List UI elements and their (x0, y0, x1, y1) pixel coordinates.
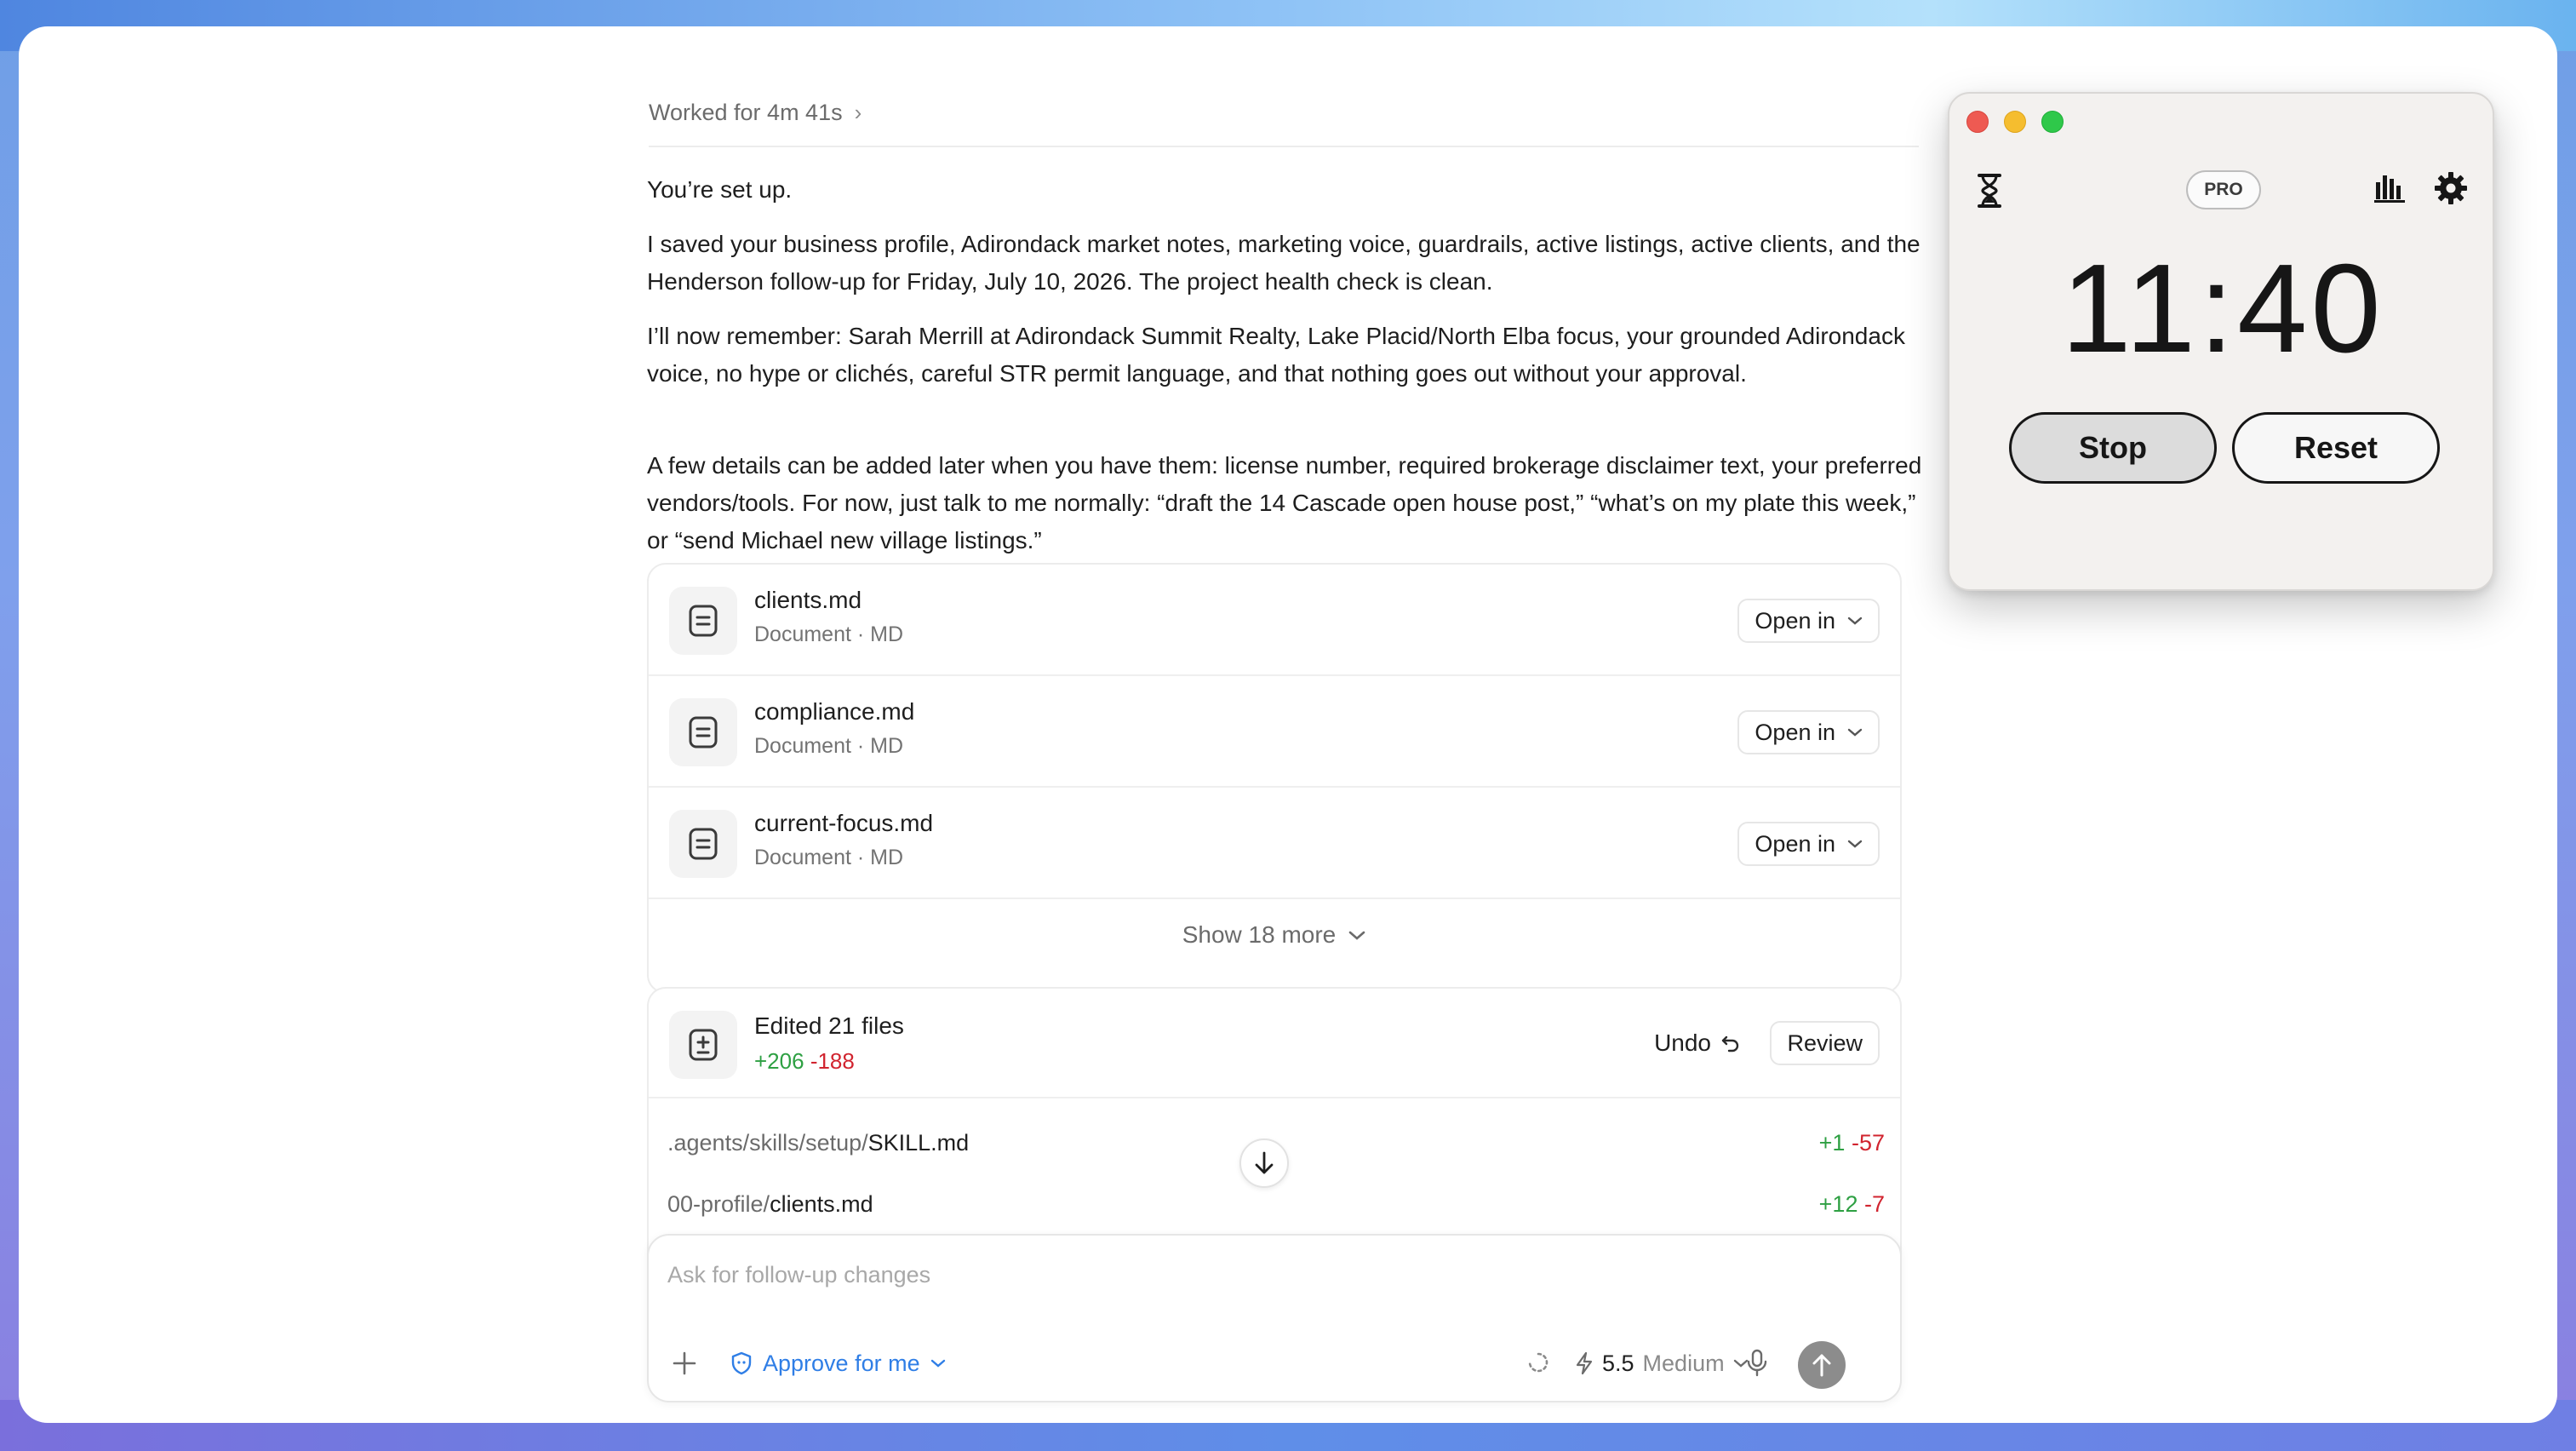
bar-chart-icon[interactable] (2373, 172, 2407, 204)
show-more-label: Show 18 more (1182, 921, 1337, 948)
show-more-button[interactable]: Show 18 more (649, 899, 1900, 971)
chevron-down-icon (1847, 728, 1863, 737)
deletions-count: -57 (1851, 1130, 1885, 1156)
message-paragraph: A few details can be added later when yo… (647, 452, 1922, 553)
additions-count: +12 (1818, 1191, 1858, 1217)
review-button[interactable]: Review (1770, 1021, 1880, 1065)
open-in-button[interactable]: Open in (1737, 822, 1880, 866)
zoom-window-button[interactable] (2041, 111, 2064, 133)
open-in-button[interactable]: Open in (1737, 599, 1880, 643)
chevron-right-icon: › (854, 99, 862, 125)
deletions-count: -7 (1863, 1191, 1885, 1217)
message-paragraph: I’ll now remember: Sarah Merrill at Adir… (647, 323, 1905, 387)
file-row[interactable]: current-focus.md Document · MD Open in (649, 788, 1900, 899)
pro-badge[interactable]: PRO (2186, 170, 2261, 209)
open-in-label: Open in (1755, 830, 1835, 857)
undo-label: Undo (1654, 1029, 1711, 1056)
minimize-window-button[interactable] (2004, 111, 2026, 133)
document-icon (669, 698, 737, 766)
diff-file-stats: +12 -7 (1819, 1191, 1885, 1218)
file-meta: Document · MD (754, 734, 904, 758)
reset-button[interactable]: Reset (2232, 412, 2440, 484)
arrow-up-icon (1812, 1354, 1831, 1377)
composer: Approve for me 5.5 Medium (647, 1234, 1902, 1402)
worked-duration-label: Worked for 4m 41s (649, 99, 843, 125)
message-paragraph: You’re set up. (647, 176, 793, 203)
diff-icon (669, 1011, 737, 1079)
diff-file-directory: .agents/skills/setup/ (667, 1130, 868, 1156)
lightning-icon (1576, 1351, 1593, 1375)
worked-duration-toggle[interactable]: Worked for 4m 41s › (649, 79, 1919, 147)
chevron-down-icon (1348, 931, 1365, 940)
open-in-button[interactable]: Open in (1737, 710, 1880, 754)
plus-icon[interactable] (669, 1348, 700, 1379)
open-in-label: Open in (1755, 719, 1835, 745)
hourglass-icon[interactable] (1977, 172, 2002, 209)
undo-icon (1721, 1035, 1739, 1052)
model-selector[interactable]: 5.5 Medium (1575, 1346, 1749, 1380)
chevron-down-icon (1847, 840, 1863, 848)
model-effort-level: Medium (1642, 1350, 1725, 1376)
edited-files-stats: +206 -188 (754, 1048, 855, 1075)
shield-icon (731, 1351, 752, 1375)
file-row[interactable]: compliance.md Document · MD Open in (649, 676, 1900, 788)
arrow-down-icon (1255, 1151, 1274, 1174)
model-version: 5.5 (1602, 1350, 1634, 1376)
gear-icon[interactable] (2433, 170, 2469, 206)
edited-files-title: Edited 21 files (754, 1012, 904, 1039)
approval-mode-label: Approve for me (763, 1350, 920, 1376)
follow-up-input[interactable] (667, 1256, 1689, 1293)
deletions-count: -188 (810, 1048, 855, 1074)
diff-file-name: SKILL.md (867, 1130, 970, 1156)
scroll-to-bottom-button[interactable] (1239, 1138, 1289, 1188)
file-list-card: clients.md Document · MD Open in complia… (647, 563, 1902, 994)
file-name: clients.md (754, 587, 862, 613)
diff-file-stats: +1 -57 (1819, 1130, 1885, 1156)
timer-window: PRO 11:40 Stop Reset (1948, 92, 2494, 591)
file-row[interactable]: clients.md Document · MD Open in (649, 565, 1900, 676)
send-button[interactable] (1798, 1341, 1846, 1389)
chevron-down-icon (1847, 617, 1863, 625)
approval-mode-dropdown[interactable]: Approve for me (730, 1346, 946, 1380)
open-in-label: Open in (1755, 607, 1835, 634)
message-paragraph: I saved your business profile, Adirondac… (647, 231, 1921, 295)
document-icon (669, 810, 737, 878)
document-icon (669, 587, 737, 655)
additions-count: +1 (1818, 1130, 1846, 1156)
file-meta: Document · MD (754, 622, 904, 646)
timer-display: 11:40 (2061, 238, 2384, 379)
diff-file-row[interactable]: 00-profile/clients.md +12 -7 (667, 1191, 1885, 1234)
file-name: compliance.md (754, 698, 915, 725)
additions-count: +206 (754, 1048, 804, 1074)
diff-file-directory: 00-profile/ (667, 1191, 770, 1217)
undo-button[interactable]: Undo (1654, 1021, 1742, 1065)
diff-file-name: clients.md (770, 1191, 873, 1217)
close-window-button[interactable] (1966, 111, 1989, 133)
file-name: current-focus.md (754, 810, 934, 836)
loading-spinner-icon (1528, 1352, 1548, 1373)
edited-files-header: Edited 21 files +206 -188 Undo Review (649, 989, 1900, 1098)
file-meta: Document · MD (754, 846, 904, 869)
chevron-down-icon (930, 1359, 945, 1368)
stop-button[interactable]: Stop (2009, 412, 2217, 484)
microphone-icon[interactable] (1743, 1348, 1771, 1379)
